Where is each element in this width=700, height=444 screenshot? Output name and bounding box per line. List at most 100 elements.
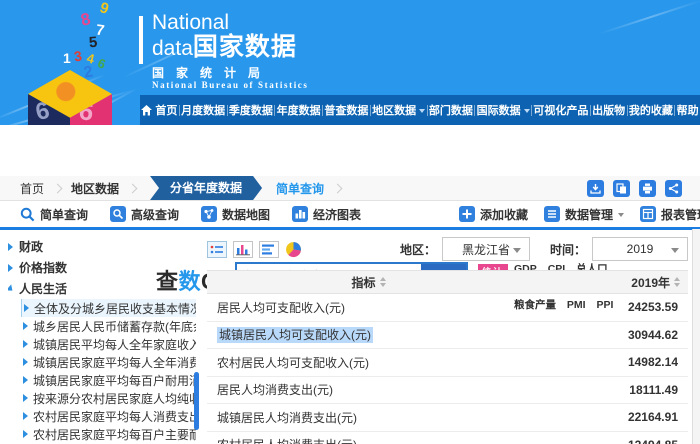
chart-icon (292, 206, 309, 222)
tool-label: 数据管理 (564, 207, 613, 222)
data-map-button[interactable]: 数据地图 (201, 206, 270, 223)
region-filter-label: 地区： (399, 242, 436, 257)
query-toolbar: 简单查询 高级查询 数据地图 经济图表 添加收藏 数据管理 报表管 (0, 201, 700, 230)
bar-chart-view-icon[interactable] (233, 240, 253, 258)
tool-label: 报表管理 (660, 207, 700, 222)
tree-item-finance[interactable]: 财政 (8, 236, 196, 257)
chevron-right-icon (52, 183, 63, 193)
data-manage-button[interactable]: 数据管理 (543, 206, 624, 223)
site-banner: 6 6 9 8 7 5 1 3 4 6 2 National data国家数据 … (0, 0, 700, 125)
tree-subitem-rural-net-income[interactable]: 按来源分农村居民家庭人均纯收入 (8, 389, 196, 407)
nav-item-label: 出版物 (592, 105, 626, 117)
nav-item-monthly[interactable]: 月度数据 (181, 102, 225, 118)
nav-separator (589, 104, 591, 116)
advanced-query-button[interactable]: 高级查询 (110, 206, 179, 223)
year-header-label: 2019年 (631, 275, 670, 290)
page-scrollbar[interactable] (692, 229, 700, 444)
nav-item-label: 首页 (155, 105, 178, 117)
simple-query-button[interactable]: 简单查询 (20, 206, 88, 223)
logo-digit: 8 (79, 9, 93, 30)
tree-subitem-urban-consumption[interactable]: 城镇居民家庭平均每人全年消费性支出 (8, 353, 196, 371)
tree-subitem-rural-durables[interactable]: 农村居民家庭平均每百户主要耐用消费品拥有量 (8, 425, 196, 443)
time-select[interactable]: 2019 (592, 237, 688, 261)
tree-item-label: 人民生活 (19, 282, 68, 296)
chevron-right-icon (332, 183, 343, 193)
tree-arrow-icon (23, 340, 28, 348)
year-column-header[interactable]: 2019年 (530, 274, 688, 291)
print-button[interactable] (639, 179, 656, 197)
nav-item-label: 我的收藏 (628, 105, 673, 117)
table-row[interactable]: 居民人均可支配收入(元) 24253.59 (207, 294, 688, 322)
nav-item-favorites[interactable]: 我的收藏 (629, 102, 673, 118)
pie-view-icon[interactable] (285, 241, 302, 258)
list-view-icon[interactable] (207, 240, 227, 258)
banner-ray (598, 0, 700, 35)
econ-chart-button[interactable]: 经济图表 (292, 206, 361, 223)
tree-subitem-savings-deposit[interactable]: 城乡居民人民币储蓄存款(年底余额) (8, 317, 196, 335)
nav-item-label: 地区数据 (372, 105, 417, 117)
indicator-cell: 居民人均可支配收入(元) (217, 300, 345, 315)
tree-item-people-livelihood[interactable]: 人民生活 (8, 278, 196, 299)
breadcrumb-home[interactable]: 首页 (20, 180, 44, 197)
nav-item-visualization[interactable]: 可视化产品 (533, 102, 588, 118)
table-row[interactable]: 城镇居民人均消费支出(元) 22164.91 (207, 404, 688, 432)
tree-subitem-label: 城镇居民家庭平均每人全年消费性支出 (33, 355, 196, 370)
breadcrumb-region-data[interactable]: 地区数据 (71, 180, 119, 197)
nav-item-publications[interactable]: 出版物 (592, 102, 625, 118)
copy-button[interactable] (613, 179, 630, 197)
nav-separator (531, 104, 532, 116)
table-row[interactable]: 居民人均消费支出(元) 18111.49 (207, 377, 688, 404)
download-icon (590, 183, 601, 194)
table-row[interactable]: 城镇居民人均可支配收入(元) 30944.62 (207, 322, 688, 349)
tree-subitem-urban-income-source[interactable]: 城镇居民平均每人全年家庭收入来源 (8, 335, 196, 353)
site-title: National data国家数据 (152, 11, 297, 61)
nav-item-home[interactable]: 首页 (141, 102, 177, 118)
sidebar-scrollbar[interactable] (194, 372, 199, 430)
table-row[interactable]: 农村居民人均可支配收入(元) 14982.14 (207, 349, 688, 377)
tree-item-label: 财政 (19, 240, 44, 254)
hbar-view-icon[interactable] (259, 240, 279, 258)
cube-logo: 6 6 (28, 70, 112, 125)
site-title-line2-en: data (152, 37, 193, 61)
share-icon (668, 183, 679, 193)
logo-digit: 3 (72, 47, 83, 65)
region-select-value: 黑龙江省 (461, 242, 510, 257)
breadcrumb-simple-query[interactable]: 简单查询 (276, 180, 324, 197)
tree-item-price-index[interactable]: 价格指数 (8, 257, 196, 278)
tool-label: 添加收藏 (479, 207, 528, 222)
download-button[interactable] (587, 179, 604, 197)
time-select-value: 2019 (626, 242, 654, 256)
nav-item-census[interactable]: 普查数据 (324, 102, 368, 118)
chevron-down-icon (671, 248, 679, 257)
report-manage-button[interactable]: 报表管理 (639, 206, 700, 223)
tree-subitem-income-overview[interactable]: 全体及分城乡居民收支基本情况(新口径) (8, 299, 196, 317)
logo-divider-bar (139, 16, 143, 64)
tree-arrow-icon (23, 358, 28, 366)
tree-subitem-label: 城乡居民人民币储蓄存款(年底余额) (33, 319, 196, 334)
tool-label: 数据地图 (222, 207, 271, 222)
nav-item-annual[interactable]: 年度数据 (277, 102, 321, 118)
tree-subitem-rural-consumption[interactable]: 农村居民家庭平均每人消费支出 (8, 407, 196, 425)
table-manage-icon (639, 206, 656, 222)
nav-item-department[interactable]: 部门数据 (429, 102, 473, 118)
logo-digit: 9 (97, 0, 111, 18)
add-favorite-button[interactable]: 添加收藏 (458, 206, 528, 223)
share-button[interactable] (665, 179, 682, 197)
national-data-page: 6 6 9 8 7 5 1 3 4 6 2 National data国家数据 … (0, 0, 700, 444)
indicator-column-header[interactable]: 指标 (207, 274, 530, 291)
nav-item-regional[interactable]: 地区数据 (372, 102, 426, 118)
tree-arrow-icon (23, 394, 28, 402)
nav-item-quarterly[interactable]: 季度数据 (229, 102, 273, 118)
nav-item-help[interactable]: 帮助 (677, 102, 699, 118)
table-row[interactable]: 农村居民人均消费支出(元) 12494.85 (207, 432, 688, 444)
tree-subitem-urban-durables[interactable]: 城镇居民家庭平均每百户耐用消费品拥有量 (8, 371, 196, 389)
tab-province-annual-data[interactable]: 分省年度数据 (150, 176, 262, 200)
time-filter-label: 时间： (549, 242, 586, 257)
nav-item-label: 年度数据 (276, 105, 321, 117)
indicator-cell: 农村居民人均可支配收入(元) (217, 355, 369, 370)
tree-subitem-label: 城镇居民平均每人全年家庭收入来源 (33, 337, 196, 352)
nav-item-international[interactable]: 国际数据 (477, 102, 530, 118)
tree-item-label: 价格指数 (19, 261, 68, 275)
nav-separator (226, 104, 228, 116)
region-select[interactable]: 黑龙江省 (441, 237, 530, 261)
